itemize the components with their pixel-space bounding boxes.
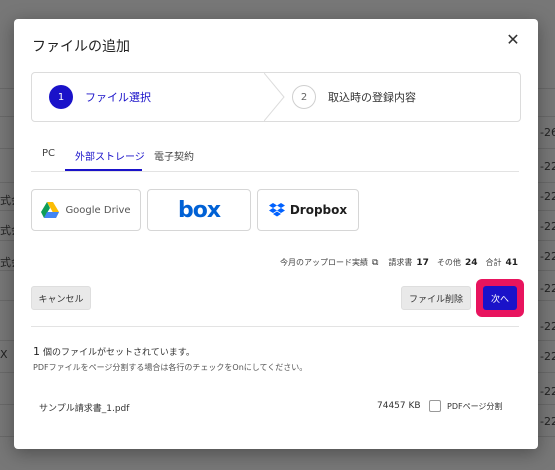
file-row: サンプル請求書_1.pdf 74457 KB PDFページ分割 [31, 399, 519, 415]
box-button[interactable]: box [147, 189, 251, 231]
next-button[interactable]: 次へ [483, 286, 517, 310]
bg-cell: -22 [540, 350, 555, 363]
invoice-count: 17 [416, 257, 429, 268]
external-link-icon[interactable]: ⧉ [372, 258, 378, 268]
bg-cell: -22 [540, 220, 555, 233]
step-label: 取込時の登録内容 [328, 91, 416, 104]
close-icon[interactable]: ✕ [504, 31, 522, 49]
bg-cell: -22 [540, 415, 555, 428]
file-count: 1 [33, 345, 40, 358]
other-count: 24 [464, 257, 478, 268]
stepper: 1 ファイル選択 2 取込時の登録内容 [31, 72, 521, 122]
upload-stats: 今月のアップロード実績 ⧉ 請求書 17 その他 24 合計 41 [280, 257, 518, 268]
step-number: 2 [292, 85, 316, 109]
add-file-dialog: ファイルの追加 ✕ 1 ファイル選択 2 取込時の登録内容 PC 外部ストレージ… [14, 19, 538, 449]
active-tab-indicator [65, 169, 142, 171]
tab-external-storage[interactable]: 外部ストレージ [75, 148, 145, 163]
dropbox-label: Dropbox [289, 203, 348, 217]
source-tabs: PC 外部ストレージ 電子契約 [31, 141, 519, 172]
bg-cell: -22 [540, 320, 555, 333]
invoice-label: 請求書 [388, 258, 413, 267]
bg-cell: -22 [540, 160, 555, 173]
bg-cell: -22 [540, 250, 555, 263]
tab-pc[interactable]: PC [42, 148, 55, 159]
bg-cell: X [0, 348, 8, 361]
total-count: 41 [505, 257, 518, 268]
file-count-message: 1 個のファイルがセットされています。 [33, 345, 195, 358]
file-name: サンプル請求書_1.pdf [39, 404, 130, 414]
bg-cell: -22 [540, 282, 555, 295]
google-drive-button[interactable]: Google Drive [31, 189, 141, 231]
pdf-split-checkbox[interactable] [429, 400, 441, 412]
total-label: 合計 [485, 258, 502, 267]
dropbox-icon [268, 203, 285, 217]
file-size: 74457 KB [377, 401, 421, 411]
step-label: ファイル選択 [85, 91, 151, 104]
bg-cell: -26 [540, 126, 555, 139]
chevron-right-icon [264, 73, 285, 121]
dropbox-button[interactable]: Dropbox [257, 189, 359, 231]
delete-file-button[interactable]: ファイル削除 [401, 286, 471, 310]
google-drive-label: Google Drive [65, 204, 131, 216]
bg-cell: -22 [540, 190, 555, 203]
dialog-title: ファイルの追加 [32, 39, 130, 55]
split-note: PDFファイルをページ分割する場合は各行のチェックをOnにしてください。 [33, 363, 308, 372]
section-divider [31, 326, 519, 327]
other-label: その他 [436, 258, 461, 267]
step-number: 1 [49, 85, 73, 109]
step-import-settings: 2 取込時の登録内容 [292, 73, 416, 121]
pdf-split-label: PDFページ分割 [447, 402, 503, 411]
box-logo: box [177, 197, 221, 223]
file-count-text: 個のファイルがセットされています。 [43, 348, 195, 358]
step-file-select: 1 ファイル選択 [32, 73, 264, 121]
upload-stats-link[interactable]: 今月のアップロード実績 [280, 257, 368, 268]
tab-e-contract[interactable]: 電子契約 [154, 148, 194, 163]
google-drive-icon [41, 202, 60, 218]
cancel-button[interactable]: キャンセル [31, 286, 91, 310]
bg-cell: -22 [540, 385, 555, 398]
